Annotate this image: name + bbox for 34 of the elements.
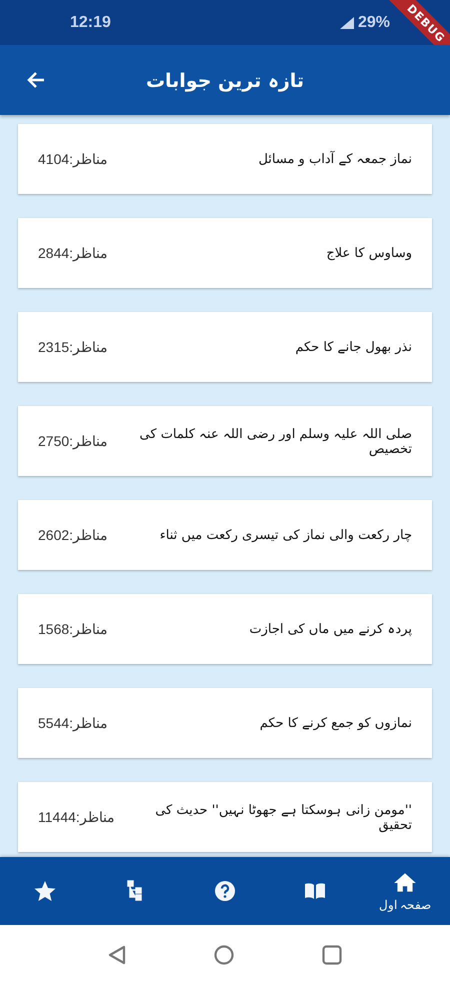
home-tab[interactable]: صفحہ اول — [360, 857, 450, 925]
answer-title: وساوس کا علاج — [325, 246, 412, 260]
recents-icon[interactable] — [322, 945, 342, 965]
view-count: مناظر:5544 — [38, 715, 108, 731]
answer-title: چار رکعت والی نماز کی تیسری رکعت میں ثناء — [158, 528, 412, 542]
signal-icon — [340, 16, 354, 28]
view-count: مناظر:2315 — [38, 339, 108, 355]
status-time: 12:19 — [70, 14, 111, 32]
view-count: مناظر:1568 — [38, 621, 108, 637]
view-count: مناظر:4104 — [38, 151, 108, 167]
answer-title: نذر بھول جانے کا حکم — [294, 339, 412, 355]
view-count: مناظر:2602 — [38, 527, 108, 543]
view-count: مناظر:11444 — [38, 809, 115, 825]
answer-card[interactable]: نماز جمعہ کے آداب و مسائل مناظر:4104 — [18, 124, 432, 194]
answer-title: ''مومن زانی ہوسکتا ہے جھوٹا نہیں'' حدیث کی تحقیق — [154, 802, 412, 832]
home-button-icon[interactable] — [214, 945, 234, 965]
answer-card[interactable]: نمازوں کو جمع کرنے کا حکم مناظر:5544 — [18, 688, 432, 758]
star-icon — [33, 879, 57, 903]
answer-title: نماز جمعہ کے آداب و مسائل — [257, 151, 412, 167]
answer-card[interactable]: پردہ کرنے میں ماں کی اجازت مناظر:1568 — [18, 594, 432, 664]
help-icon — [213, 879, 237, 903]
answer-card[interactable]: صلی اللہ علیہ وسلم اور رضی اللہ عنہ کلمات کی تخصیص مناظر:2750 — [18, 406, 432, 476]
answer-card[interactable]: ''مومن زانی ہوسکتا ہے جھوٹا نہیں'' حدیث کی تحقیق مناظر:11444 — [18, 782, 432, 852]
answer-title: صلی اللہ علیہ وسلم اور رضی اللہ عنہ کلمات کی تخصیص — [138, 426, 412, 456]
answer-title: پردہ کرنے میں ماں کی اجازت — [248, 621, 412, 637]
battery-text: 29% — [358, 14, 390, 32]
answer-card[interactable]: وساوس کا علاج مناظر:2844 — [18, 218, 432, 288]
view-count: مناظر:2844 — [38, 245, 108, 261]
back-icon[interactable] — [108, 945, 126, 965]
answer-title: نمازوں کو جمع کرنے کا حکم — [258, 715, 412, 731]
answer-card[interactable]: نذر بھول جانے کا حکم مناظر:2315 — [18, 312, 432, 382]
view-count: مناظر:2750 — [38, 433, 108, 449]
page-title: تازہ ترین جوابات — [144, 68, 306, 92]
answer-card[interactable]: چار رکعت والی نماز کی تیسری رکعت میں ثناء مناظر:2602 — [18, 500, 432, 570]
